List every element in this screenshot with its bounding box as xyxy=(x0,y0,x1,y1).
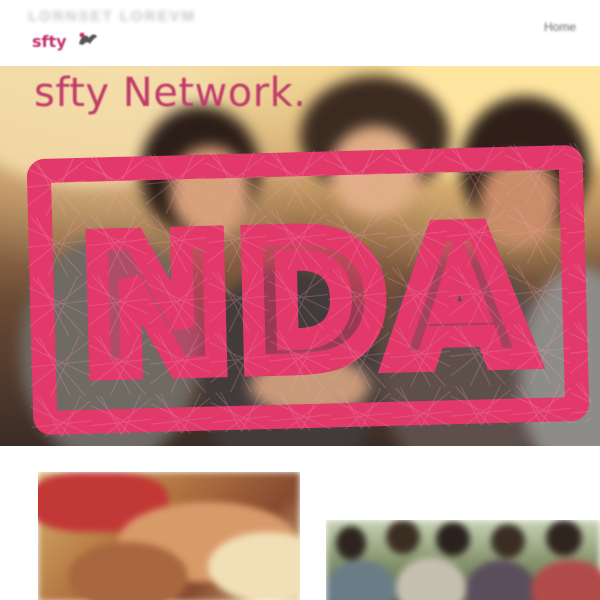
top-bar: LORNSET LOREVM sfty Home xyxy=(0,0,600,66)
nda-stamp-graphic: NDA NDA xyxy=(24,142,592,438)
page: LORNSET LOREVM sfty Home sfty Network. xyxy=(0,0,600,600)
nda-stamp: NDA NDA xyxy=(24,142,592,438)
team-hands-photo[interactable] xyxy=(38,472,300,600)
hero-brand-title: sfty Network. xyxy=(34,70,307,116)
group-photo-image xyxy=(326,520,600,600)
group-photo[interactable] xyxy=(326,520,600,600)
team-hands-photo-image xyxy=(38,472,300,600)
logo-text: sfty xyxy=(32,32,67,51)
blurred-tagline: LORNSET LOREVM xyxy=(28,8,197,25)
fleur-logo-icon xyxy=(79,32,97,45)
content-section xyxy=(0,446,600,600)
nav-home-link[interactable]: Home xyxy=(544,20,576,34)
site-logo[interactable]: sfty xyxy=(32,30,102,54)
